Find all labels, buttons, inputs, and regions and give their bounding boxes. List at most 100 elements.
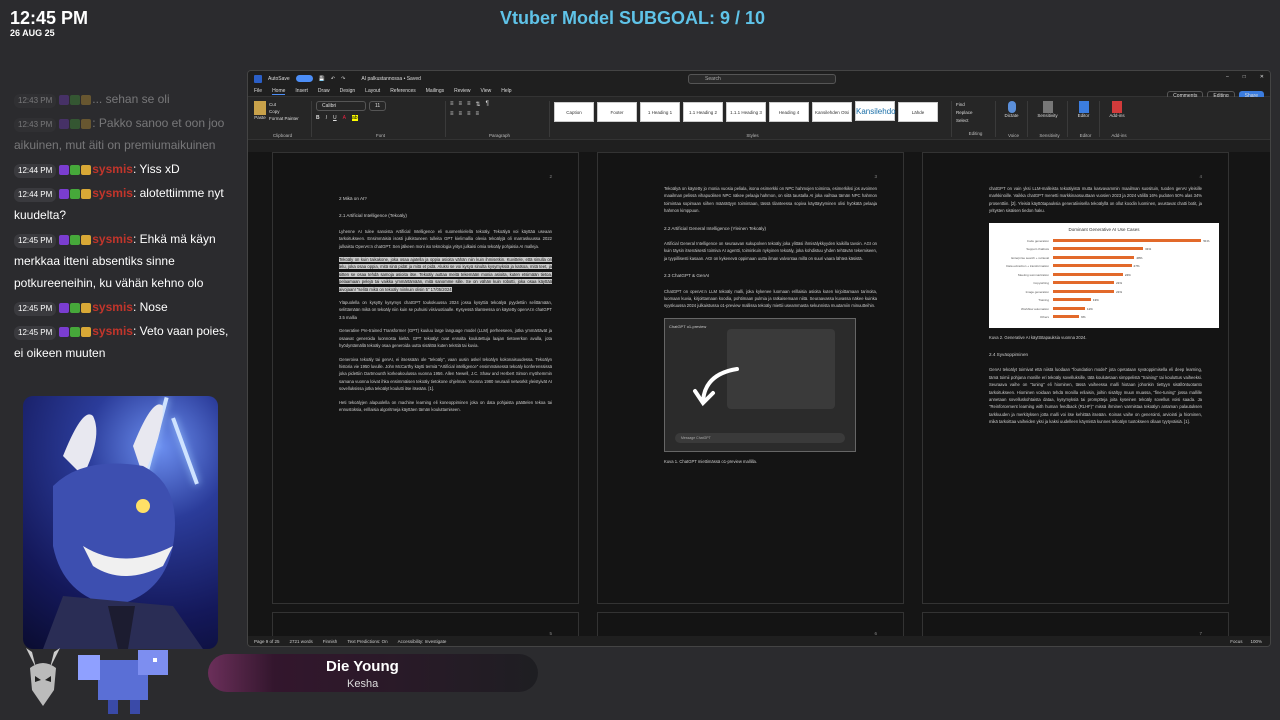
style-kansilehden-otsi[interactable]: Kansilehden Otsi	[812, 102, 852, 122]
font-color-icon[interactable]: A	[343, 115, 346, 121]
bullets-icon[interactable]: ≡	[450, 101, 454, 108]
find-button[interactable]: Find	[956, 101, 991, 109]
status-item[interactable]: 2721 words	[290, 639, 313, 644]
tab-review[interactable]: Review	[454, 88, 470, 94]
tab-insert[interactable]: Insert	[295, 88, 308, 94]
document-title[interactable]: AI palkustannossa • Saved	[361, 76, 421, 82]
chat-message: 12:43 PM ... sehan se oli	[14, 88, 229, 110]
align-right-icon[interactable]: ≡	[467, 111, 471, 117]
tab-view[interactable]: View	[481, 88, 492, 94]
bold-icon[interactable]: B	[316, 115, 320, 121]
chat-badge-icon	[70, 164, 81, 175]
cut-button[interactable]: Cut	[269, 101, 299, 108]
style-1-heading-1[interactable]: 1 Heading 1	[640, 102, 680, 122]
undo-icon[interactable]: ↶	[331, 76, 335, 82]
tab-design[interactable]: Design	[340, 88, 356, 94]
tab-home[interactable]: Home	[272, 88, 286, 95]
chart-value-label: 13%	[1092, 298, 1099, 303]
numbering-icon[interactable]: ≡	[459, 101, 463, 108]
chart-bar	[1053, 264, 1132, 268]
editor-icon[interactable]	[1078, 101, 1089, 113]
style-caption[interactable]: Caption	[554, 102, 594, 122]
chat-badge-icon	[59, 94, 70, 105]
italic-icon[interactable]: I	[326, 115, 327, 121]
font-size-select[interactable]: 11	[369, 101, 387, 111]
chart-bar	[1053, 247, 1144, 251]
sort-icon[interactable]: ⇅	[476, 101, 481, 108]
zoom-level[interactable]: 100%	[1250, 639, 1262, 644]
chat-username[interactable]: sysmis	[92, 162, 133, 176]
clipboard-group: Paste Cut Copy Format Painter Clipboard	[254, 101, 312, 138]
underline-icon[interactable]: U	[333, 115, 337, 121]
chat-badge-icon	[70, 302, 81, 313]
chat-badge-icon	[70, 188, 81, 199]
chat-badge-icon	[70, 234, 81, 245]
chart-bar	[1053, 272, 1123, 276]
style-heading-4[interactable]: Heading 4	[769, 102, 809, 122]
minimize-icon[interactable]: –	[1226, 74, 1229, 80]
status-item[interactable]: Finnish	[323, 639, 338, 644]
format-painter-button[interactable]: Format Painter	[269, 115, 299, 122]
maximize-icon[interactable]: □	[1243, 74, 1246, 80]
body-paragraph: chatGPT on vain yksi LLM-malleista tekoä…	[989, 185, 1202, 215]
autosave-toggle[interactable]	[295, 75, 313, 82]
tab-layout[interactable]: Layout	[365, 88, 380, 94]
chart-category-label: Code generation	[1026, 238, 1049, 243]
body-paragraph: Heti tekoälyjen alapuolella on machine l…	[339, 399, 552, 414]
chart-bar	[1053, 306, 1085, 310]
tab-file[interactable]: File	[254, 88, 262, 94]
addins-button[interactable]: Add-ins	[1104, 113, 1130, 118]
justify-icon[interactable]: ≡	[476, 111, 480, 117]
document-canvas[interactable]: 2 2 Mikä on AI? 2.1 Artificial Intelligenc…	[248, 152, 1270, 646]
style-footer[interactable]: Footer	[597, 102, 637, 122]
dictate-button[interactable]: Dictate	[1000, 113, 1023, 118]
tab-help[interactable]: Help	[501, 88, 511, 94]
status-item[interactable]: Page 9 of 25	[254, 639, 280, 644]
paragraph-text: Yläpuolella on kysytty kysymys chatGPT t…	[339, 300, 552, 320]
tab-draw[interactable]: Draw	[318, 88, 330, 94]
close-icon[interactable]: ✕	[1260, 74, 1264, 80]
replace-button[interactable]: Replace	[956, 109, 991, 117]
pixel-dragon-sprite-icon	[78, 650, 168, 714]
style-1-1-heading-2[interactable]: 1.1 Heading 2	[683, 102, 723, 122]
document-page: 4 chatGPT on vain yksi LLM-malleista teko…	[922, 152, 1229, 604]
status-item[interactable]: Accessibility: Investigate	[398, 639, 447, 644]
sensitivity-label: Sensitivity	[1039, 133, 1060, 138]
addins-icon[interactable]	[1112, 101, 1122, 113]
chat-username[interactable]: sysmis	[92, 186, 133, 200]
paste-button[interactable]: Paste	[254, 101, 266, 122]
tab-mailings[interactable]: Mailings	[426, 88, 444, 94]
pilcrow-icon[interactable]: ¶	[486, 101, 489, 108]
sensitivity-button[interactable]: Sensitivity	[1032, 113, 1063, 118]
paragraph-text: Artificial General Intelligence on seura…	[664, 241, 877, 261]
microphone-icon[interactable]	[1007, 101, 1016, 113]
redo-icon[interactable]: ↷	[341, 76, 345, 82]
chart-category-label: Data extraction + transformation	[1006, 264, 1049, 269]
style-1-1-1-heading-3[interactable]: 1.1.1 Heading 3	[726, 102, 766, 122]
paragraph-text: ChatGPT on openAI:n LLM tekoäly malli, j…	[664, 288, 877, 309]
screenshot-message-input: Message ChatGPT	[675, 432, 845, 443]
save-icon[interactable]: 💾	[319, 76, 325, 82]
chat-username[interactable]: sysmis	[92, 324, 133, 338]
sensitivity-icon[interactable]	[1042, 101, 1053, 113]
style-l-hde[interactable]: Lähde	[898, 102, 938, 122]
chat-username[interactable]: sysmis	[92, 300, 133, 314]
chart-value-label: 51%	[1203, 238, 1210, 243]
page-number: 4	[1199, 174, 1202, 179]
highlight-icon[interactable]: ab	[351, 115, 358, 121]
now-playing-title: Die Young	[326, 658, 399, 675]
align-left-icon[interactable]: ≡	[450, 111, 454, 117]
style-kansilehdo[interactable]: Kansilehdo	[855, 101, 896, 121]
copy-button[interactable]: Copy	[269, 108, 299, 115]
focus-button[interactable]: Focus	[1230, 639, 1242, 644]
select-button[interactable]: Select	[956, 117, 991, 125]
search-input[interactable]: Search	[688, 74, 836, 84]
tab-references[interactable]: References	[390, 88, 416, 94]
font-name-select[interactable]: Calibri	[316, 101, 366, 111]
status-item[interactable]: Text Predictions: On	[347, 639, 387, 644]
indent-icon[interactable]: ≡	[467, 101, 471, 108]
editor-button[interactable]: Editor	[1072, 113, 1095, 118]
chat-username[interactable]: sysmis	[92, 232, 133, 246]
chat-badge-icon	[59, 118, 70, 129]
align-center-icon[interactable]: ≡	[459, 111, 463, 117]
